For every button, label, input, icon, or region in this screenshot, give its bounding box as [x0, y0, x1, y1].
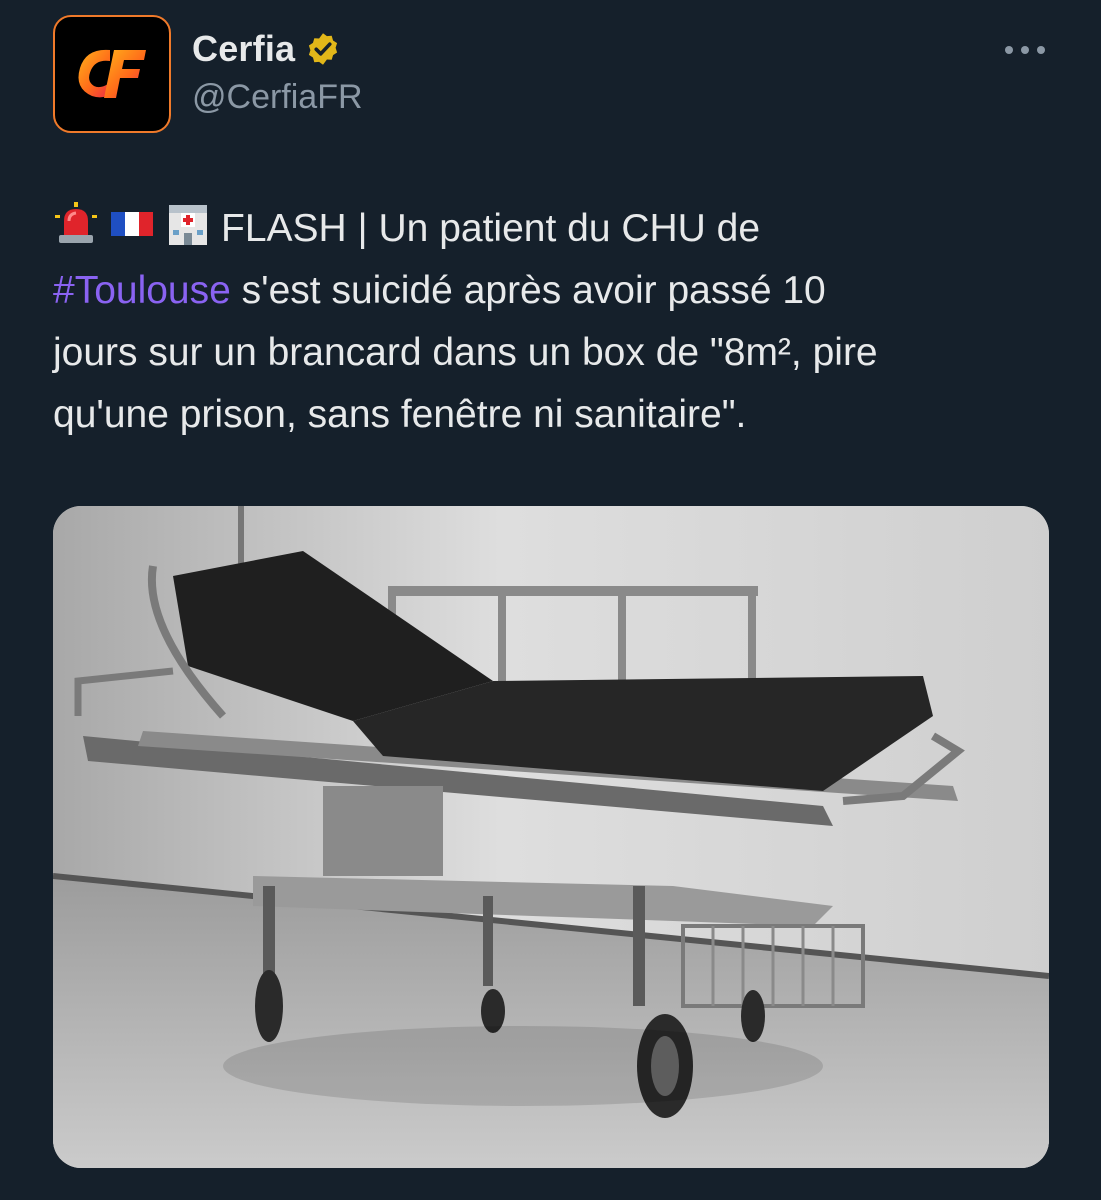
cerfia-logo — [78, 49, 146, 98]
tweet-photo[interactable] — [53, 506, 1049, 1168]
tweet-line-2: s'est suicidé après avoir passé 10 — [230, 269, 826, 312]
rotating-light-icon — [53, 201, 99, 247]
author-handle[interactable]: @CerfiaFR — [192, 78, 363, 117]
tweet-line-1: FLASH | Un patient du CHU de — [221, 207, 761, 250]
display-name[interactable]: Cerfia — [192, 28, 295, 70]
france-flag-icon — [109, 201, 155, 247]
hospital-icon — [165, 201, 211, 247]
tweet-line-3: jours sur un brancard dans un box de "8m… — [53, 331, 878, 374]
hashtag-link[interactable]: #Toulouse — [53, 269, 231, 312]
avatar[interactable] — [53, 15, 171, 133]
stretcher-photo — [53, 506, 1049, 1168]
verified-badge-icon — [305, 31, 341, 67]
tweet-text: FLASH | Un patient du CHU de #Toulouse s… — [53, 198, 1043, 446]
tweet: Cerfia @CerfiaFR FLASH | Un patient du C… — [0, 0, 1101, 1200]
tweet-line-4: qu'une prison, sans fenêtre ni sanitaire… — [53, 393, 747, 436]
more-options-icon[interactable] — [1000, 32, 1050, 68]
author-name-row: Cerfia — [192, 28, 341, 70]
